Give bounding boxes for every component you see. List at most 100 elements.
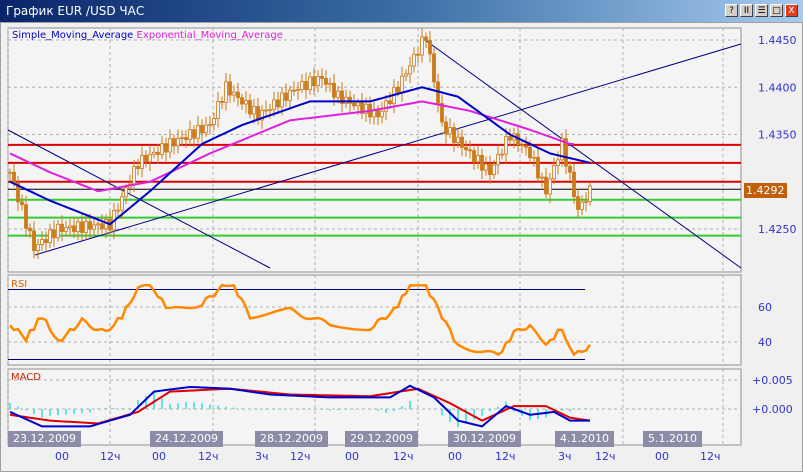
- candle-body: [328, 82, 332, 85]
- macd-tick-label: +0.005: [752, 374, 793, 387]
- candle-body: [320, 75, 324, 79]
- candle-body: [28, 227, 32, 232]
- candle-body: [484, 163, 488, 171]
- candle-body: [496, 154, 500, 166]
- candle-body: [520, 144, 524, 147]
- candle-body: [376, 109, 380, 118]
- candle-body: [532, 156, 536, 159]
- current-price-badge: 1.4292: [744, 183, 787, 198]
- candle-body: [200, 124, 204, 134]
- date-label: 4.1.2010: [555, 431, 614, 447]
- candle-body: [188, 129, 192, 140]
- hour-label: 12ч: [393, 450, 414, 463]
- candle-body: [124, 187, 128, 198]
- candle-body: [332, 82, 336, 98]
- candle-body: [132, 166, 136, 185]
- date-label: 5.1.2010: [643, 431, 702, 447]
- candle-body: [176, 138, 180, 147]
- candle-body: [80, 221, 84, 233]
- candle-body: [528, 146, 532, 159]
- date-label: 30.12.2009: [448, 431, 521, 447]
- candle-body: [172, 138, 176, 147]
- date-label: 28.12.2009: [255, 431, 328, 447]
- candle-body: [344, 96, 348, 104]
- hour-label: 00: [345, 450, 359, 463]
- candle-body: [136, 166, 140, 169]
- candle-body: [296, 88, 300, 91]
- candle-body: [400, 75, 404, 93]
- candle-body: [96, 223, 100, 226]
- candle-body: [228, 81, 232, 96]
- candle-body: [272, 99, 276, 110]
- candle-body: [24, 204, 28, 229]
- legend-sma: Simple_Moving_Average: [12, 30, 134, 41]
- candle-body: [404, 73, 408, 77]
- candle-body: [48, 229, 52, 244]
- candle-body: [580, 201, 584, 210]
- candle-body: [196, 124, 200, 139]
- candle-body: [576, 196, 580, 210]
- rsi-tick-label: 40: [758, 336, 772, 349]
- candle-body: [140, 154, 144, 169]
- candle-body: [204, 124, 208, 134]
- candle-body: [184, 137, 188, 140]
- macd-tick-label: +0.000: [752, 403, 793, 416]
- candle-body: [408, 65, 412, 75]
- candle-body: [264, 109, 268, 112]
- candle-body: [444, 121, 448, 135]
- hour-label: 00: [655, 450, 669, 463]
- hour-label: 12ч: [595, 450, 616, 463]
- candle-body: [284, 92, 288, 101]
- candle-body: [76, 221, 80, 232]
- candle-body: [572, 171, 576, 198]
- chart-canvas[interactable]: 1.4450 1.4400 1.4350 1.4250 60 40 +0.005 +0.000: [0, 0, 803, 472]
- candle-body: [32, 230, 36, 251]
- candle-body: [480, 154, 484, 171]
- candle-body: [88, 221, 92, 230]
- candle-body: [492, 164, 496, 175]
- candle-body: [380, 110, 384, 118]
- candle-body: [524, 145, 528, 148]
- hour-label: 3ч: [558, 450, 572, 463]
- candle-body: [536, 156, 540, 179]
- date-label: 23.12.2009: [8, 431, 81, 447]
- candle-body: [432, 53, 436, 83]
- macd-label: MACD: [11, 372, 41, 383]
- candle-body: [316, 75, 320, 87]
- candle-body: [468, 149, 472, 152]
- candle-body: [236, 91, 240, 99]
- candle-body: [56, 223, 60, 239]
- candle-body: [116, 209, 120, 212]
- y-tick-label: 1.4400: [758, 81, 797, 94]
- candle-body: [164, 143, 168, 153]
- candle-body: [248, 100, 252, 115]
- hour-label: 12ч: [198, 450, 219, 463]
- candle-body: [448, 127, 452, 135]
- candle-body: [12, 171, 16, 183]
- candle-body: [472, 150, 476, 163]
- candle-body: [552, 165, 556, 180]
- candle-body: [476, 154, 480, 163]
- candle-body: [588, 185, 592, 202]
- candle-body: [568, 165, 572, 173]
- candle-body: [152, 151, 156, 155]
- candle-body: [544, 176, 548, 195]
- hour-label: 00: [448, 450, 462, 463]
- candle-body: [304, 81, 308, 90]
- candle-body: [584, 200, 588, 203]
- candle-body: [288, 89, 292, 101]
- candle-body: [308, 76, 312, 90]
- y-tick-label: 1.4450: [758, 34, 797, 47]
- hour-label: 00: [152, 450, 166, 463]
- candle-body: [416, 53, 420, 56]
- candle-body: [240, 97, 244, 105]
- candle-body: [224, 81, 228, 103]
- candle-body: [324, 78, 328, 85]
- candle-body: [8, 171, 12, 174]
- candle-body: [420, 36, 424, 56]
- candle-body: [72, 225, 76, 232]
- legend-ema: Exponential_Moving_Average: [136, 30, 283, 41]
- candle-body: [352, 102, 356, 107]
- legend: Simple_Moving_Average Exponential_Moving…: [12, 30, 283, 41]
- candle-body: [60, 223, 64, 232]
